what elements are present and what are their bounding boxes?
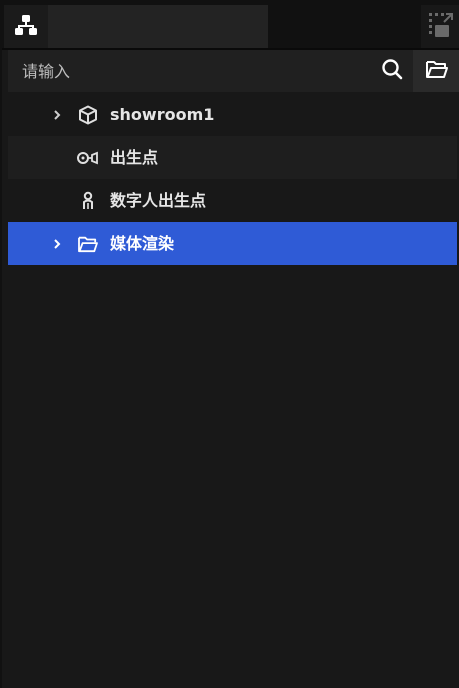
expand-icon (427, 11, 455, 43)
tab-filler (48, 5, 268, 48)
hierarchy-icon (14, 13, 38, 41)
chevron-right-icon[interactable] (50, 93, 64, 136)
tree-item-digital-human-spawn[interactable]: 数字人出生点 (8, 179, 457, 222)
digital-human-icon (76, 179, 100, 222)
panel-options-button[interactable] (421, 5, 459, 48)
tree-item-media-render[interactable]: 媒体渲染 (8, 222, 457, 265)
tree-item-label: 出生点 (110, 148, 159, 167)
hierarchy-panel: showroom1 出生点 数字人出生点 (0, 0, 459, 688)
chevron-right-icon[interactable] (50, 222, 64, 265)
search-icon (381, 58, 403, 84)
search-row (8, 50, 459, 92)
search-button[interactable] (372, 50, 412, 92)
tree-item-showroom1[interactable]: showroom1 (8, 93, 457, 136)
tree-item-label: 数字人出生点 (110, 191, 207, 210)
scene-tree: showroom1 出生点 数字人出生点 媒体渲染 (8, 93, 457, 265)
spawn-point-icon (76, 136, 100, 179)
tree-item-label: 媒体渲染 (110, 234, 175, 253)
tree-item-spawn-point[interactable]: 出生点 (8, 136, 457, 179)
search-input[interactable] (8, 50, 368, 92)
tab-bar (2, 0, 459, 50)
folder-icon (76, 222, 100, 265)
tree-item-label: showroom1 (110, 105, 215, 124)
tab-hierarchy[interactable] (4, 5, 48, 48)
folder-icon (425, 59, 449, 83)
cube-icon (76, 93, 100, 136)
open-folder-button[interactable] (413, 50, 459, 92)
